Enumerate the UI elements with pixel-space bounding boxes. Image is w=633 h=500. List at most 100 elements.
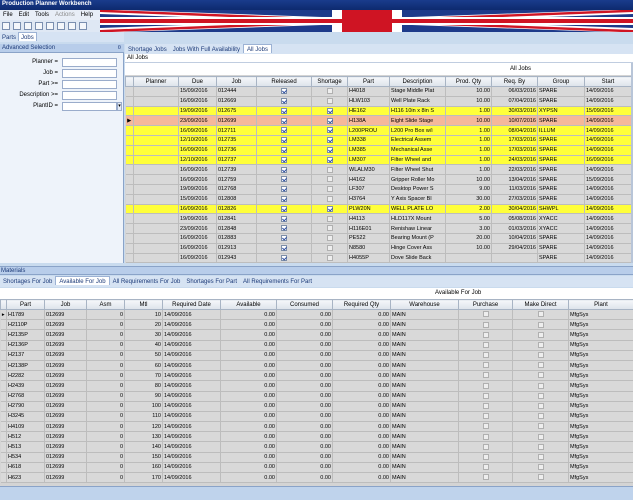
unchecked-checkbox[interactable] — [537, 433, 544, 440]
help-icon[interactable] — [79, 22, 87, 30]
unchecked-checkbox[interactable] — [537, 341, 544, 348]
col-req-by[interactable]: Req. By — [491, 76, 538, 87]
checked-checkbox[interactable] — [281, 146, 287, 153]
checked-checkbox[interactable] — [281, 166, 287, 173]
col-purchase[interactable]: Purchase — [458, 299, 513, 310]
job-row[interactable]: 16/09/2016 012759 H4162 Gripper Roller Mo 10… — [125, 174, 631, 185]
checked-checkbox[interactable] — [281, 127, 287, 134]
checked-checkbox[interactable] — [326, 127, 333, 134]
job-row[interactable]: ▶ 23/09/2016 012699 H138A Eight Slide Stage 1… — [125, 115, 631, 127]
col-group[interactable]: Group — [537, 76, 585, 87]
unchecked-checkbox[interactable] — [537, 372, 544, 379]
col-prod-qty[interactable]: Prod. Qty — [445, 76, 492, 87]
checked-checkbox[interactable] — [281, 235, 287, 242]
unchecked-checkbox[interactable] — [326, 244, 333, 251]
col-mat-part[interactable]: Part — [6, 299, 45, 310]
col-asm[interactable]: Asm — [86, 299, 125, 310]
unchecked-checkbox[interactable] — [537, 382, 544, 389]
unchecked-checkbox[interactable] — [482, 372, 489, 379]
material-row[interactable]: H2136P 012699 0 40 14/09/2016 0.00 0.00 0.00 MAI… — [0, 340, 633, 351]
job-row[interactable]: 19/09/2016 012675 HE162 H116 10in x 8in S 1.… — [125, 106, 631, 117]
tab-shortage-jobs[interactable]: Shortage Jobs — [125, 45, 170, 53]
col-job[interactable]: Job — [216, 76, 257, 87]
checked-checkbox[interactable] — [281, 176, 287, 183]
job-row[interactable]: 23/09/2016 012848 H116E01 Renishaw Linear 3.… — [125, 223, 631, 234]
job-row[interactable]: 16/09/2016 012739 WLALM30 Filter Wheel Shut… — [125, 164, 631, 176]
menu-actions[interactable]: Actions — [52, 10, 78, 18]
job-row[interactable]: 15/09/2016 012808 H3764 Y Axis Spacer Bl 30.… — [125, 194, 631, 205]
menu-tools[interactable]: Tools — [32, 10, 52, 18]
checked-checkbox[interactable] — [326, 156, 333, 163]
col-make-direct[interactable]: Make Direct — [512, 299, 569, 310]
plantid-select[interactable] — [62, 102, 117, 111]
material-row[interactable]: H512 012699 0 130 14/09/2016 0.00 0.00 0.00 MAIN… — [0, 431, 633, 443]
unchecked-checkbox[interactable] — [326, 176, 333, 183]
material-row[interactable]: H2137 012699 0 50 14/09/2016 0.00 0.00 0.00 MAIN… — [0, 350, 633, 361]
cut-icon[interactable] — [24, 22, 32, 30]
checked-checkbox[interactable] — [326, 107, 333, 114]
material-row[interactable]: H534 012699 0 150 14/09/2016 0.00 0.00 0.00 MAIN… — [0, 452, 633, 463]
unchecked-checkbox[interactable] — [482, 464, 489, 471]
unchecked-checkbox[interactable] — [537, 362, 544, 369]
checked-checkbox[interactable] — [326, 137, 333, 144]
unchecked-checkbox[interactable] — [537, 453, 544, 460]
unchecked-checkbox[interactable] — [482, 423, 489, 430]
unchecked-checkbox[interactable] — [326, 166, 333, 173]
copy-icon[interactable] — [35, 22, 43, 30]
checked-checkbox[interactable] — [281, 137, 287, 144]
unchecked-checkbox[interactable] — [537, 403, 544, 410]
tab-jobs-full-availability[interactable]: Jobs With Full Availability — [170, 45, 243, 53]
material-row[interactable]: ▸ H1789 012699 0 10 14/09/2016 0.00 0.00 0.00 MAI… — [0, 309, 633, 321]
col-plant[interactable]: Plant — [568, 299, 633, 310]
refresh-icon[interactable] — [2, 22, 10, 30]
material-row[interactable]: H2138P 012699 0 60 14/09/2016 0.00 0.00 0.00 MAI… — [0, 360, 633, 372]
unchecked-checkbox[interactable] — [326, 235, 333, 242]
checked-checkbox[interactable] — [281, 254, 287, 261]
checked-checkbox[interactable] — [326, 146, 333, 153]
col-planner[interactable]: Planner — [133, 76, 179, 87]
unchecked-checkbox[interactable] — [326, 254, 333, 261]
grid-icon[interactable] — [68, 22, 76, 30]
unchecked-checkbox[interactable] — [537, 392, 544, 399]
material-row[interactable]: H2790 012699 0 100 14/09/2016 0.00 0.00 0.00 MAI… — [0, 401, 633, 412]
job-row[interactable]: 16/09/2016 012826 PLW20N WELL PLATE LO 2.00 3… — [125, 204, 631, 215]
unchecked-checkbox[interactable] — [537, 474, 544, 481]
tab-all-jobs[interactable]: All Jobs — [242, 44, 272, 53]
checked-checkbox[interactable] — [281, 117, 287, 124]
checked-checkbox[interactable] — [281, 244, 287, 251]
unchecked-checkbox[interactable] — [482, 311, 489, 318]
tab-all-requirements-for-part[interactable]: All Requirements For Part — [240, 277, 315, 285]
material-row[interactable]: H2439 012699 0 80 14/09/2016 0.00 0.00 0.00 MAIN… — [0, 380, 633, 392]
checked-checkbox[interactable] — [281, 186, 287, 193]
unchecked-checkbox[interactable] — [537, 321, 544, 328]
menu-edit[interactable]: Edit — [16, 10, 32, 18]
unchecked-checkbox[interactable] — [482, 362, 489, 369]
unchecked-checkbox[interactable] — [482, 321, 489, 328]
job-row[interactable]: 16/09/2016 012711 L200PROU L200 Pro Box w/i… — [125, 125, 631, 136]
job-row[interactable]: 16/09/2016 012883 PE522 Bearing Mount (P 20.… — [125, 233, 631, 244]
unchecked-checkbox[interactable] — [482, 392, 489, 399]
checked-checkbox[interactable] — [281, 225, 287, 232]
unchecked-checkbox[interactable] — [482, 474, 489, 481]
unchecked-checkbox[interactable] — [326, 88, 333, 95]
col-mtl[interactable]: Mtl — [124, 299, 163, 310]
material-row[interactable]: H623 012699 0 170 14/09/2016 0.00 0.00 0.00 MAIN… — [0, 472, 633, 484]
col-start[interactable]: Start — [584, 76, 631, 87]
col-required-qty[interactable]: Required Qty — [332, 299, 391, 310]
unchecked-checkbox[interactable] — [537, 464, 544, 471]
unchecked-checkbox[interactable] — [326, 186, 333, 193]
unchecked-checkbox[interactable] — [537, 423, 544, 430]
part-input[interactable] — [62, 80, 117, 89]
unchecked-checkbox[interactable] — [482, 433, 489, 440]
tab-shortages-for-job[interactable]: Shortages For Job — [0, 277, 55, 285]
unchecked-checkbox[interactable] — [482, 341, 489, 348]
material-row[interactable]: H2768 012699 0 90 14/09/2016 0.00 0.00 0.00 MAIN… — [0, 391, 633, 402]
unchecked-checkbox[interactable] — [482, 413, 489, 420]
unchecked-checkbox[interactable] — [482, 453, 489, 460]
material-row[interactable]: H3245 012699 0 110 14/09/2016 0.00 0.00 0.00 MAI… — [0, 411, 633, 423]
unchecked-checkbox[interactable] — [537, 352, 544, 359]
tab-parts[interactable]: Parts — [0, 33, 18, 41]
planner-input[interactable] — [62, 58, 117, 67]
job-row[interactable]: 16/09/2016 012669 HLW103 Well Plate Rack 10.… — [125, 96, 631, 107]
material-row[interactable]: H513 012699 0 140 14/09/2016 0.00 0.00 0.00 MAIN… — [0, 441, 633, 453]
